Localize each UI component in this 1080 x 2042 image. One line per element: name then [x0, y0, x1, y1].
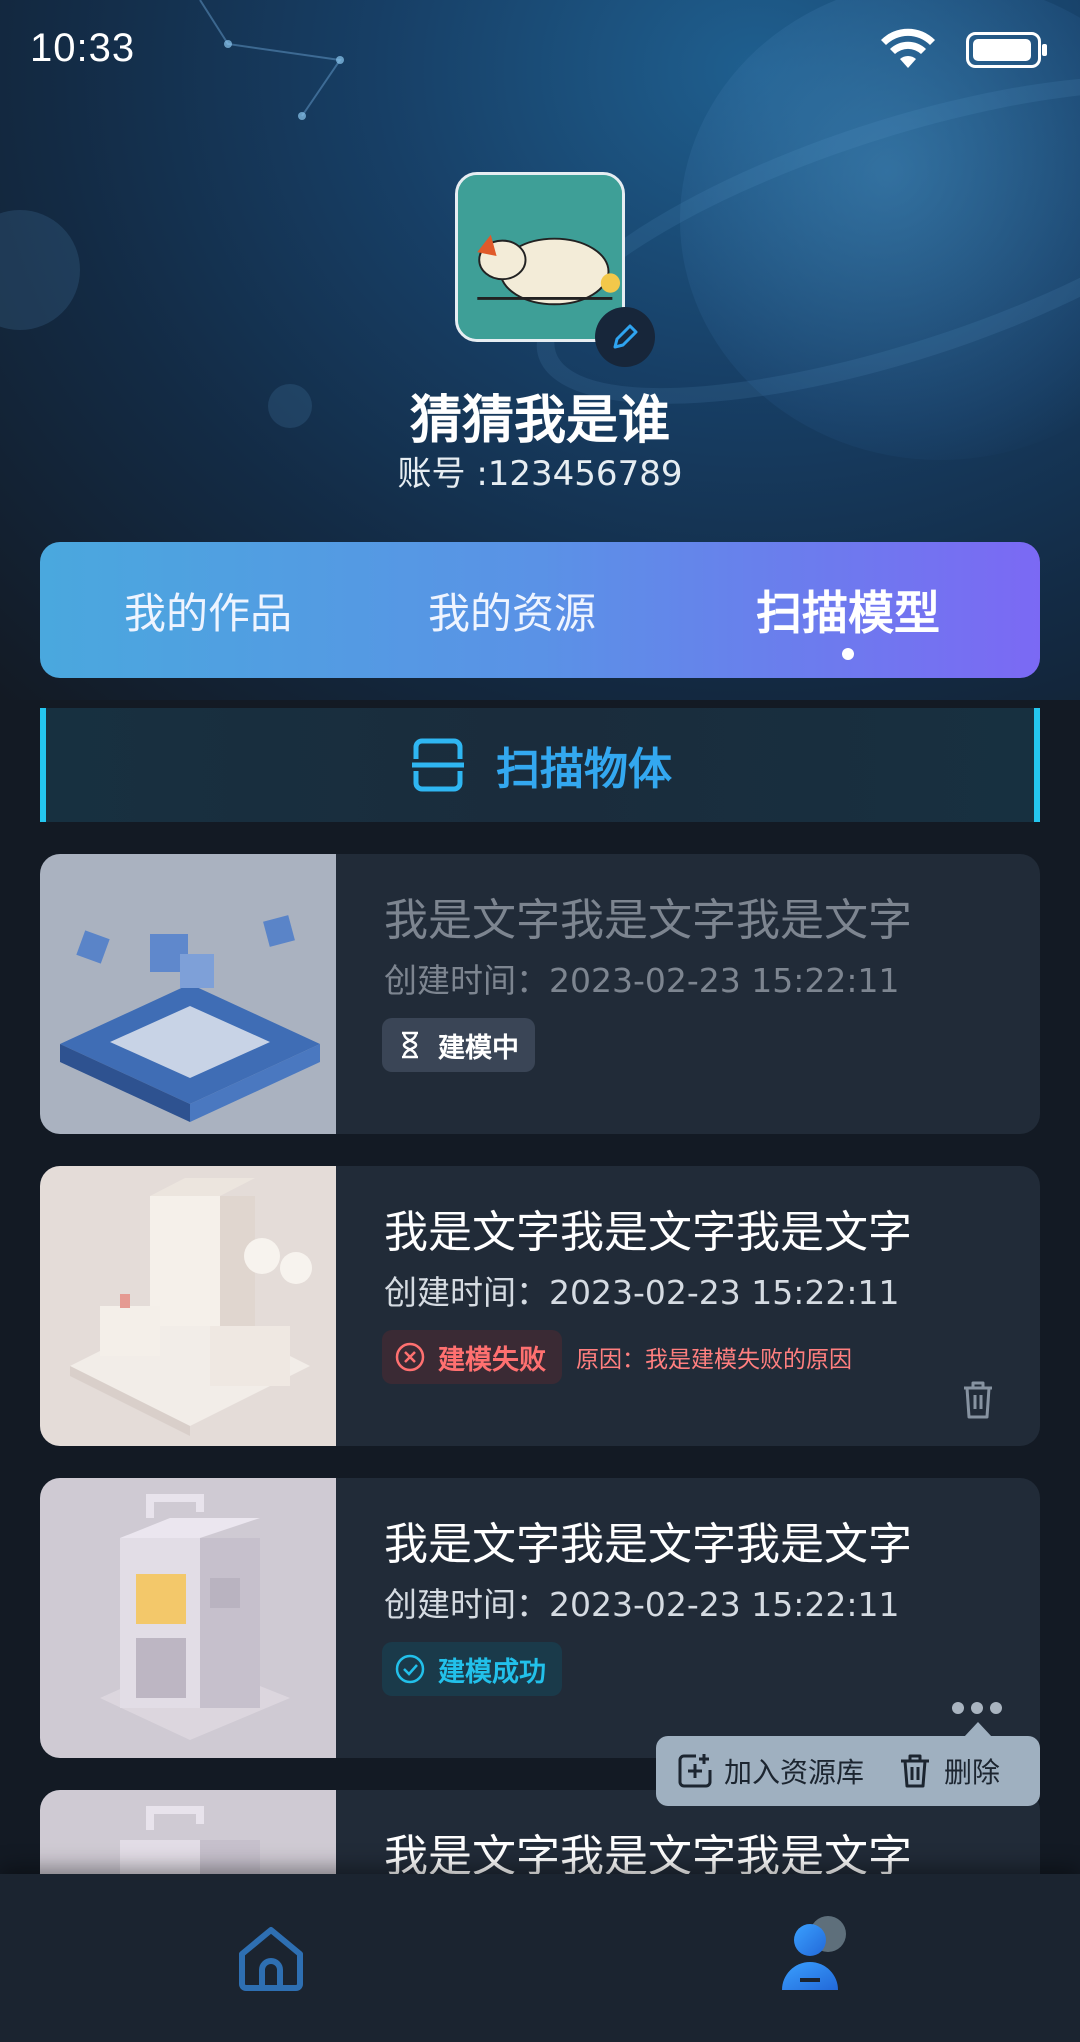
error-circle-icon — [395, 1342, 425, 1372]
orb-decoration — [0, 210, 80, 330]
delete-button[interactable]: 删除 — [896, 1736, 1000, 1806]
model-card[interactable]: 我是文字我是文字我是文字 创建时间：2023-02-23 15:22:11 建模… — [40, 1478, 1040, 1758]
model-card[interactable]: 我是文字我是文字我是文字 创建时间：2023-02-23 15:22:11 建模… — [40, 854, 1040, 1134]
model-action-popup: 加入资源库 删除 — [656, 1736, 1040, 1806]
hourglass-icon — [402, 1031, 418, 1059]
home-icon[interactable] — [236, 1922, 306, 1992]
account-number: 账号 :123456789 — [397, 454, 683, 494]
nickname: 猜猜我是谁 — [409, 391, 670, 451]
status-badge-failed: 建模失败 — [382, 1330, 562, 1384]
model-card[interactable]: 我是文字我是文字我是文字 创建时间：2023-02-23 15:22:11 建模… — [40, 1166, 1040, 1446]
scan-object-label: 扫描物体 — [496, 744, 672, 795]
avatar-image — [455, 172, 625, 342]
model-created-time: 创建时间：2023-02-23 15:22:11 — [384, 961, 900, 1000]
failure-reason: 原因：我是建模失败的原因 — [576, 1347, 852, 1373]
trash-icon[interactable] — [956, 1378, 1000, 1422]
pencil-icon — [613, 324, 638, 349]
add-to-library-label: 加入资源库 — [724, 1756, 865, 1789]
model-title: 我是文字我是文字我是文字 — [384, 1519, 912, 1570]
tab-my-works[interactable]: 我的作品 — [98, 542, 318, 678]
battery-icon — [966, 32, 1047, 68]
model-thumbnail — [40, 1166, 336, 1446]
status-time: 10:33 — [30, 26, 136, 70]
add-to-library-button[interactable]: 加入资源库 — [676, 1736, 864, 1806]
more-icon[interactable] — [950, 1698, 1004, 1718]
wifi-icon — [881, 28, 935, 68]
model-title: 我是文字我是文字我是文字 — [384, 895, 912, 946]
status-label: 建模失败 — [438, 1344, 546, 1376]
avatar[interactable] — [455, 172, 655, 367]
tab-bar: 我的作品 我的资源 扫描模型 — [40, 542, 1040, 678]
model-created-time: 创建时间：2023-02-23 15:22:11 — [384, 1585, 900, 1624]
tab-my-resources[interactable]: 我的资源 — [402, 542, 622, 678]
edit-avatar-button[interactable] — [595, 307, 655, 367]
status-label: 建模成功 — [438, 1656, 546, 1688]
model-title: 我是文字我是文字我是文字 — [384, 1207, 912, 1258]
status-badge-building: 建模中 — [382, 1018, 535, 1072]
scan-icon — [412, 738, 464, 792]
add-square-icon — [678, 1754, 712, 1788]
model-created-time: 创建时间：2023-02-23 15:22:11 — [384, 1273, 900, 1312]
trash-icon — [901, 1754, 930, 1788]
delete-label: 删除 — [944, 1756, 1001, 1789]
model-thumbnail — [40, 854, 336, 1134]
bottom-navigation — [0, 1874, 1080, 2042]
status-badge-success: 建模成功 — [382, 1642, 562, 1696]
status-bar: 10:33 — [0, 0, 1080, 100]
avatar-illustration — [458, 175, 622, 339]
profile-icon[interactable] — [780, 1914, 854, 1994]
scan-object-button[interactable]: 扫描物体 — [40, 708, 1040, 822]
check-circle-icon — [395, 1654, 425, 1684]
status-label: 建模中 — [438, 1032, 519, 1064]
active-tab-indicator — [842, 648, 854, 660]
model-thumbnail — [40, 1478, 336, 1758]
popup-arrow — [964, 1722, 992, 1737]
